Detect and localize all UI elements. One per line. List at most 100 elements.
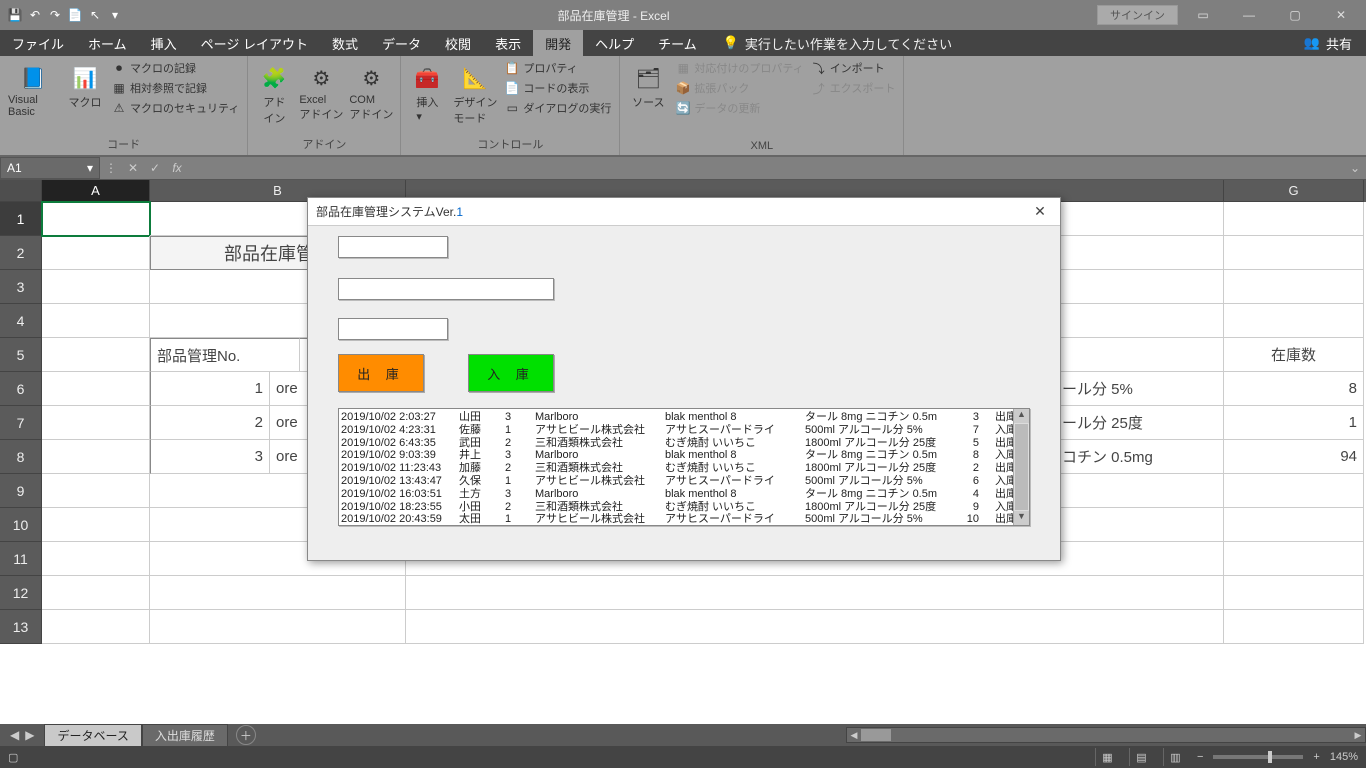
import-button[interactable]: ⤵インポート xyxy=(812,60,896,76)
row-header[interactable]: 12 xyxy=(0,576,42,610)
list-item[interactable]: 2019/10/02 18:23:55小田2三和酒類株式会社むぎ焼酎 いいちこ1… xyxy=(341,501,1027,514)
cell-detail[interactable]: ール分 25度 xyxy=(1056,406,1224,440)
history-listbox[interactable]: 2019/10/02 2:03:27山田3Marlboroblak mentho… xyxy=(338,408,1030,526)
row-header[interactable]: 11 xyxy=(0,542,42,576)
visual-basic-button[interactable]: 📘Visual Basic xyxy=(8,60,58,118)
ribbon-tab[interactable]: 開発 xyxy=(533,30,583,56)
cell-A1[interactable] xyxy=(42,202,150,236)
ribbon-tab[interactable]: ヘルプ xyxy=(583,30,646,56)
zoom-level[interactable]: 145% xyxy=(1330,751,1358,763)
scroll-up-icon[interactable]: ▲ xyxy=(1014,409,1029,423)
redo-icon[interactable]: ↷ xyxy=(46,6,64,24)
fx-icon[interactable]: fx xyxy=(166,161,188,175)
list-item[interactable]: 2019/10/02 9:03:39井上3Marlboroblak mentho… xyxy=(341,449,1027,462)
page-layout-icon[interactable]: ▤ xyxy=(1129,748,1153,766)
run-dialog-button[interactable]: ▭ダイアログの実行 xyxy=(505,100,611,116)
close-icon[interactable]: ✕ xyxy=(1320,1,1362,29)
maximize-icon[interactable]: ▢ xyxy=(1274,1,1316,29)
ribbon-tab[interactable]: ページ レイアウト xyxy=(189,30,320,56)
macros-button[interactable]: 📊マクロ xyxy=(66,60,104,110)
design-mode-button[interactable]: 📐デザイン モード xyxy=(453,60,497,126)
row-header[interactable]: 5 xyxy=(0,338,42,372)
col-header[interactable]: G xyxy=(1224,180,1364,202)
save-icon[interactable]: 💾 xyxy=(6,6,24,24)
name-box[interactable]: A1▾ xyxy=(0,157,100,179)
formula-input[interactable] xyxy=(188,157,1344,179)
record-macro-button[interactable]: ⏺マクロの記録 xyxy=(112,60,239,76)
zoom-slider[interactable] xyxy=(1213,755,1303,759)
share-button[interactable]: 共有 xyxy=(1326,34,1352,53)
row-header[interactable]: 8 xyxy=(0,440,42,474)
sheet-tab-history[interactable]: 入出庫履歴 xyxy=(142,724,228,746)
add-sheet-button[interactable]: ＋ xyxy=(236,725,256,745)
ribbon-display-icon[interactable]: ▭ xyxy=(1182,1,1224,29)
input-field-3[interactable] xyxy=(338,318,448,340)
select-all-button[interactable] xyxy=(0,180,42,202)
expand-fbar-icon[interactable]: ⌄ xyxy=(1344,161,1366,175)
row-header[interactable]: 7 xyxy=(0,406,42,440)
horizontal-scrollbar[interactable]: ◀ ▶ xyxy=(846,727,1366,743)
cell-detail[interactable]: コチン 0.5mg xyxy=(1056,440,1224,474)
row-header[interactable]: 9 xyxy=(0,474,42,508)
cell-no[interactable]: 2 xyxy=(150,406,270,440)
list-item[interactable]: 2019/10/02 4:23:31佐藤1アサヒビール株式会社アサヒスーパードラ… xyxy=(341,424,1027,437)
ribbon-tab[interactable]: ファイル xyxy=(0,30,76,56)
zoom-out-icon[interactable]: − xyxy=(1197,751,1203,763)
sheet-tab-database[interactable]: データベース xyxy=(44,724,141,746)
row-header[interactable]: 4 xyxy=(0,304,42,338)
minimize-icon[interactable]: — xyxy=(1228,1,1270,29)
addins-button[interactable]: 🧩アド イン xyxy=(256,60,292,126)
ribbon-tab[interactable]: チーム xyxy=(646,30,709,56)
macro-record-icon[interactable]: ▢ xyxy=(8,751,18,764)
list-item[interactable]: 2019/10/02 13:43:47久保1アサヒビール株式会社アサヒスーパード… xyxy=(341,475,1027,488)
name-box-expand-icon[interactable]: ⋮ xyxy=(100,161,122,175)
ribbon-tab[interactable]: 表示 xyxy=(483,30,533,56)
row-header[interactable]: 10 xyxy=(0,508,42,542)
row-header[interactable]: 1 xyxy=(0,202,42,236)
com-addins-button[interactable]: ⚙COM アドイン xyxy=(350,60,392,122)
ribbon-tab[interactable]: 挿入 xyxy=(139,30,189,56)
header-stock[interactable]: 在庫数 xyxy=(1224,338,1364,372)
ribbon-tab[interactable]: 校閲 xyxy=(433,30,483,56)
cell[interactable] xyxy=(1224,202,1364,236)
cell-stock[interactable]: 94 xyxy=(1224,440,1364,474)
signin-button[interactable]: サインイン xyxy=(1097,5,1178,25)
undo-icon[interactable]: ↶ xyxy=(26,6,44,24)
cell-stock[interactable]: 8 xyxy=(1224,372,1364,406)
touch-mode-icon[interactable]: 📄 xyxy=(66,6,84,24)
cell-detail[interactable]: ール分 5% xyxy=(1056,372,1224,406)
input-field-2[interactable] xyxy=(338,278,554,300)
col-header[interactable]: A xyxy=(42,180,150,202)
tab-prev-icon[interactable]: ◀ xyxy=(10,728,19,742)
row-header[interactable]: 6 xyxy=(0,372,42,406)
list-item[interactable]: 2019/10/02 20:43:59太田1アサヒビール株式会社アサヒスーパード… xyxy=(341,513,1027,526)
list-item[interactable]: 2019/10/02 2:03:27山田3Marlboroblak mentho… xyxy=(341,411,1027,424)
tellme[interactable]: 💡 実行したい作業を入力してください xyxy=(723,34,952,53)
insert-control-button[interactable]: 🧰挿入▾ xyxy=(409,60,445,123)
cursor-icon[interactable]: ↖ xyxy=(86,6,104,24)
row-header[interactable]: 13 xyxy=(0,610,42,644)
listbox-scrollbar[interactable]: ▲ ▼ xyxy=(1013,409,1029,525)
relative-ref-button[interactable]: ▦相対参照で記録 xyxy=(112,80,239,96)
dialog-close-icon[interactable]: ✕ xyxy=(1028,203,1052,220)
ribbon-tab[interactable]: 数式 xyxy=(320,30,370,56)
excel-addins-button[interactable]: ⚙Excel アドイン xyxy=(300,60,342,122)
zoom-in-icon[interactable]: + xyxy=(1313,751,1319,763)
cell-stock[interactable]: 1 xyxy=(1224,406,1364,440)
list-item[interactable]: 2019/10/02 16:03:51土方3Marlboroblak menth… xyxy=(341,488,1027,501)
ribbon-tab[interactable]: ホーム xyxy=(76,30,139,56)
scroll-thumb[interactable] xyxy=(1015,424,1028,510)
properties-button[interactable]: 📋プロパティ xyxy=(505,60,611,76)
normal-view-icon[interactable]: ▦ xyxy=(1095,748,1119,766)
list-item[interactable]: 2019/10/02 6:43:35武田2三和酒類株式会社むぎ焼酎 いいちこ18… xyxy=(341,437,1027,450)
cell-no[interactable]: 3 xyxy=(150,440,270,474)
xml-source-button[interactable]: 🗂ソース xyxy=(628,60,668,110)
scroll-down-icon[interactable]: ▼ xyxy=(1014,511,1029,525)
in-button[interactable]: 入 庫 xyxy=(468,354,554,392)
cell-no[interactable]: 1 xyxy=(150,372,270,406)
input-field-1[interactable] xyxy=(338,236,448,258)
scroll-left-icon[interactable]: ◀ xyxy=(847,730,861,741)
header-no[interactable]: 部品管理No. xyxy=(150,338,300,372)
scroll-thumb[interactable] xyxy=(861,729,891,741)
tab-next-icon[interactable]: ▶ xyxy=(25,728,34,742)
